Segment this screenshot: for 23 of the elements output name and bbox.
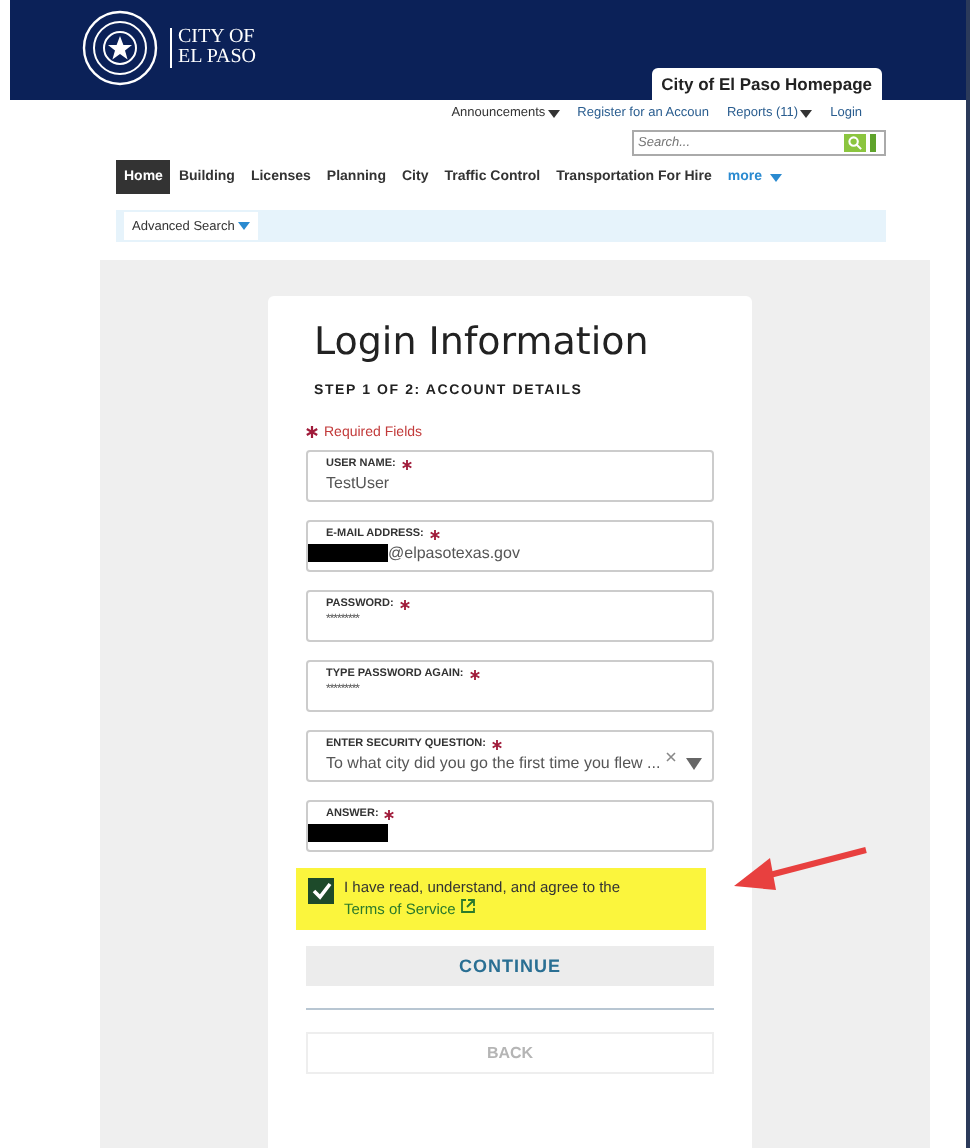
- logo-text: CITY OF: [178, 28, 256, 48]
- field-value: To what city did you go the first time you flew ...: [326, 754, 661, 772]
- search-button[interactable]: [844, 134, 866, 152]
- form-title: Login Information: [314, 320, 651, 364]
- homepage-tab[interactable]: City of El Paso Homepage: [651, 68, 882, 100]
- caret-icon: [238, 222, 251, 230]
- clear-icon[interactable]: [666, 752, 677, 762]
- city-seal-icon: [82, 10, 158, 86]
- checkbox[interactable]: [308, 878, 334, 904]
- asterisk-icon: [469, 669, 480, 679]
- search-icon: [848, 136, 862, 150]
- external-link-icon: [459, 898, 476, 914]
- continue-button[interactable]: CONTINUE: [306, 946, 714, 986]
- asterisk-icon: [384, 809, 395, 819]
- logo-text: EL PASO: [178, 48, 256, 68]
- dropdown-arrow-icon[interactable]: [686, 757, 702, 769]
- asterisk-icon: [306, 426, 318, 438]
- field-value: TestUser: [326, 474, 390, 492]
- asterisk-icon: [491, 739, 502, 749]
- field-value: @elpasotexas.gov: [388, 544, 520, 562]
- asterisk-icon: [399, 599, 410, 609]
- asterisk-icon: [429, 529, 440, 539]
- asterisk-icon: [401, 459, 412, 469]
